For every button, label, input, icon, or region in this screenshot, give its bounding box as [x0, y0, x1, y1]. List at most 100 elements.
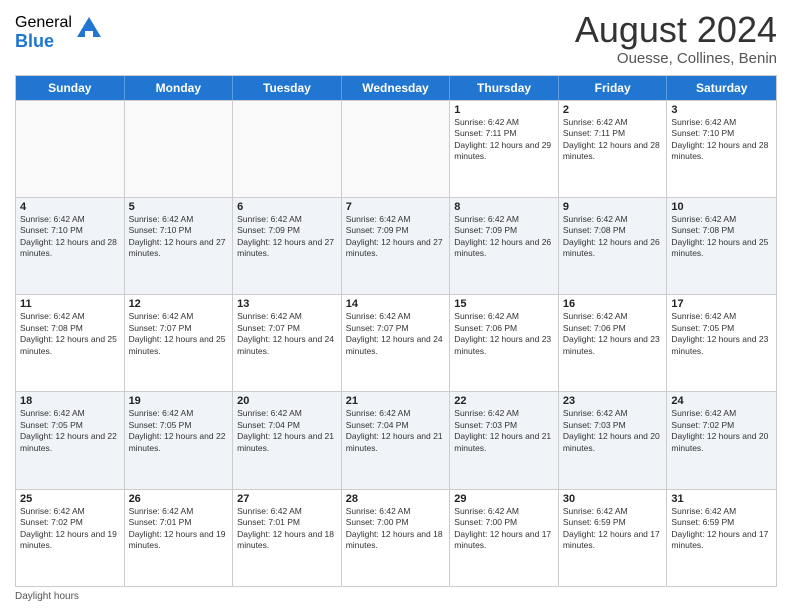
cal-cell: 23Sunrise: 6:42 AM Sunset: 7:03 PM Dayli…: [559, 392, 668, 488]
day-info: Sunrise: 6:42 AM Sunset: 6:59 PM Dayligh…: [563, 506, 663, 552]
page: General Blue August 2024 Ouesse, Colline…: [0, 0, 792, 612]
day-number: 26: [129, 493, 229, 505]
cal-cell: [342, 101, 451, 197]
main-title: August 2024: [575, 10, 777, 50]
cal-cell: 2Sunrise: 6:42 AM Sunset: 7:11 PM Daylig…: [559, 101, 668, 197]
header-friday: Friday: [559, 76, 668, 100]
cal-cell: 29Sunrise: 6:42 AM Sunset: 7:00 PM Dayli…: [450, 490, 559, 586]
day-info: Sunrise: 6:42 AM Sunset: 7:09 PM Dayligh…: [346, 214, 446, 260]
cal-cell: 12Sunrise: 6:42 AM Sunset: 7:07 PM Dayli…: [125, 295, 234, 391]
day-number: 4: [20, 201, 120, 213]
cal-cell: 10Sunrise: 6:42 AM Sunset: 7:08 PM Dayli…: [667, 198, 776, 294]
cal-cell: 25Sunrise: 6:42 AM Sunset: 7:02 PM Dayli…: [16, 490, 125, 586]
logo-general: General: [15, 14, 72, 32]
day-number: 7: [346, 201, 446, 213]
day-number: 12: [129, 298, 229, 310]
cal-row-0: 1Sunrise: 6:42 AM Sunset: 7:11 PM Daylig…: [16, 100, 776, 197]
cal-cell: 1Sunrise: 6:42 AM Sunset: 7:11 PM Daylig…: [450, 101, 559, 197]
logo: General Blue: [15, 14, 103, 51]
day-number: 10: [671, 201, 772, 213]
cal-cell: 19Sunrise: 6:42 AM Sunset: 7:05 PM Dayli…: [125, 392, 234, 488]
day-info: Sunrise: 6:42 AM Sunset: 7:03 PM Dayligh…: [563, 408, 663, 454]
day-info: Sunrise: 6:42 AM Sunset: 7:07 PM Dayligh…: [129, 311, 229, 357]
day-number: 15: [454, 298, 554, 310]
day-info: Sunrise: 6:42 AM Sunset: 7:01 PM Dayligh…: [237, 506, 337, 552]
cal-cell: 31Sunrise: 6:42 AM Sunset: 6:59 PM Dayli…: [667, 490, 776, 586]
logo-blue: Blue: [15, 32, 72, 52]
cal-cell: [125, 101, 234, 197]
day-number: 25: [20, 493, 120, 505]
cal-cell: 4Sunrise: 6:42 AM Sunset: 7:10 PM Daylig…: [16, 198, 125, 294]
day-number: 24: [671, 395, 772, 407]
cal-cell: 16Sunrise: 6:42 AM Sunset: 7:06 PM Dayli…: [559, 295, 668, 391]
day-info: Sunrise: 6:42 AM Sunset: 7:04 PM Dayligh…: [237, 408, 337, 454]
day-number: 23: [563, 395, 663, 407]
day-number: 22: [454, 395, 554, 407]
day-number: 3: [671, 104, 772, 116]
cal-cell: 18Sunrise: 6:42 AM Sunset: 7:05 PM Dayli…: [16, 392, 125, 488]
header-thursday: Thursday: [450, 76, 559, 100]
day-info: Sunrise: 6:42 AM Sunset: 7:05 PM Dayligh…: [129, 408, 229, 454]
header-tuesday: Tuesday: [233, 76, 342, 100]
day-info: Sunrise: 6:42 AM Sunset: 7:05 PM Dayligh…: [20, 408, 120, 454]
day-number: 16: [563, 298, 663, 310]
cal-cell: 14Sunrise: 6:42 AM Sunset: 7:07 PM Dayli…: [342, 295, 451, 391]
header: General Blue August 2024 Ouesse, Colline…: [15, 10, 777, 67]
cal-cell: 21Sunrise: 6:42 AM Sunset: 7:04 PM Dayli…: [342, 392, 451, 488]
cal-row-3: 18Sunrise: 6:42 AM Sunset: 7:05 PM Dayli…: [16, 391, 776, 488]
footer-note: Daylight hours: [15, 591, 777, 602]
title-section: August 2024 Ouesse, Collines, Benin: [575, 10, 777, 67]
day-number: 27: [237, 493, 337, 505]
day-number: 13: [237, 298, 337, 310]
day-info: Sunrise: 6:42 AM Sunset: 7:08 PM Dayligh…: [20, 311, 120, 357]
cal-cell: 26Sunrise: 6:42 AM Sunset: 7:01 PM Dayli…: [125, 490, 234, 586]
day-number: 30: [563, 493, 663, 505]
calendar-body: 1Sunrise: 6:42 AM Sunset: 7:11 PM Daylig…: [16, 100, 776, 586]
cal-cell: 17Sunrise: 6:42 AM Sunset: 7:05 PM Dayli…: [667, 295, 776, 391]
day-number: 9: [563, 201, 663, 213]
day-number: 28: [346, 493, 446, 505]
cal-row-2: 11Sunrise: 6:42 AM Sunset: 7:08 PM Dayli…: [16, 294, 776, 391]
day-number: 19: [129, 395, 229, 407]
day-info: Sunrise: 6:42 AM Sunset: 7:01 PM Dayligh…: [129, 506, 229, 552]
day-info: Sunrise: 6:42 AM Sunset: 7:03 PM Dayligh…: [454, 408, 554, 454]
cal-cell: 24Sunrise: 6:42 AM Sunset: 7:02 PM Dayli…: [667, 392, 776, 488]
day-info: Sunrise: 6:42 AM Sunset: 7:06 PM Dayligh…: [454, 311, 554, 357]
day-info: Sunrise: 6:42 AM Sunset: 7:07 PM Dayligh…: [346, 311, 446, 357]
day-info: Sunrise: 6:42 AM Sunset: 7:02 PM Dayligh…: [20, 506, 120, 552]
cal-cell: 3Sunrise: 6:42 AM Sunset: 7:10 PM Daylig…: [667, 101, 776, 197]
logo-text: General Blue: [15, 14, 72, 51]
day-number: 14: [346, 298, 446, 310]
day-number: 31: [671, 493, 772, 505]
day-number: 5: [129, 201, 229, 213]
day-info: Sunrise: 6:42 AM Sunset: 7:00 PM Dayligh…: [454, 506, 554, 552]
cal-cell: 9Sunrise: 6:42 AM Sunset: 7:08 PM Daylig…: [559, 198, 668, 294]
day-number: 2: [563, 104, 663, 116]
day-number: 20: [237, 395, 337, 407]
header-saturday: Saturday: [667, 76, 776, 100]
cal-cell: [233, 101, 342, 197]
cal-row-4: 25Sunrise: 6:42 AM Sunset: 7:02 PM Dayli…: [16, 489, 776, 586]
day-info: Sunrise: 6:42 AM Sunset: 6:59 PM Dayligh…: [671, 506, 772, 552]
day-info: Sunrise: 6:42 AM Sunset: 7:10 PM Dayligh…: [671, 117, 772, 163]
header-monday: Monday: [125, 76, 234, 100]
day-info: Sunrise: 6:42 AM Sunset: 7:09 PM Dayligh…: [454, 214, 554, 260]
day-info: Sunrise: 6:42 AM Sunset: 7:08 PM Dayligh…: [563, 214, 663, 260]
cal-cell: 6Sunrise: 6:42 AM Sunset: 7:09 PM Daylig…: [233, 198, 342, 294]
day-info: Sunrise: 6:42 AM Sunset: 7:02 PM Dayligh…: [671, 408, 772, 454]
cal-cell: 30Sunrise: 6:42 AM Sunset: 6:59 PM Dayli…: [559, 490, 668, 586]
cal-cell: 7Sunrise: 6:42 AM Sunset: 7:09 PM Daylig…: [342, 198, 451, 294]
cal-cell: [16, 101, 125, 197]
cal-row-1: 4Sunrise: 6:42 AM Sunset: 7:10 PM Daylig…: [16, 197, 776, 294]
day-info: Sunrise: 6:42 AM Sunset: 7:10 PM Dayligh…: [20, 214, 120, 260]
day-number: 21: [346, 395, 446, 407]
cal-cell: 11Sunrise: 6:42 AM Sunset: 7:08 PM Dayli…: [16, 295, 125, 391]
day-info: Sunrise: 6:42 AM Sunset: 7:06 PM Dayligh…: [563, 311, 663, 357]
logo-icon: [75, 15, 103, 43]
header-sunday: Sunday: [16, 76, 125, 100]
cal-cell: 20Sunrise: 6:42 AM Sunset: 7:04 PM Dayli…: [233, 392, 342, 488]
day-info: Sunrise: 6:42 AM Sunset: 7:10 PM Dayligh…: [129, 214, 229, 260]
day-number: 18: [20, 395, 120, 407]
cal-cell: 28Sunrise: 6:42 AM Sunset: 7:00 PM Dayli…: [342, 490, 451, 586]
day-number: 1: [454, 104, 554, 116]
